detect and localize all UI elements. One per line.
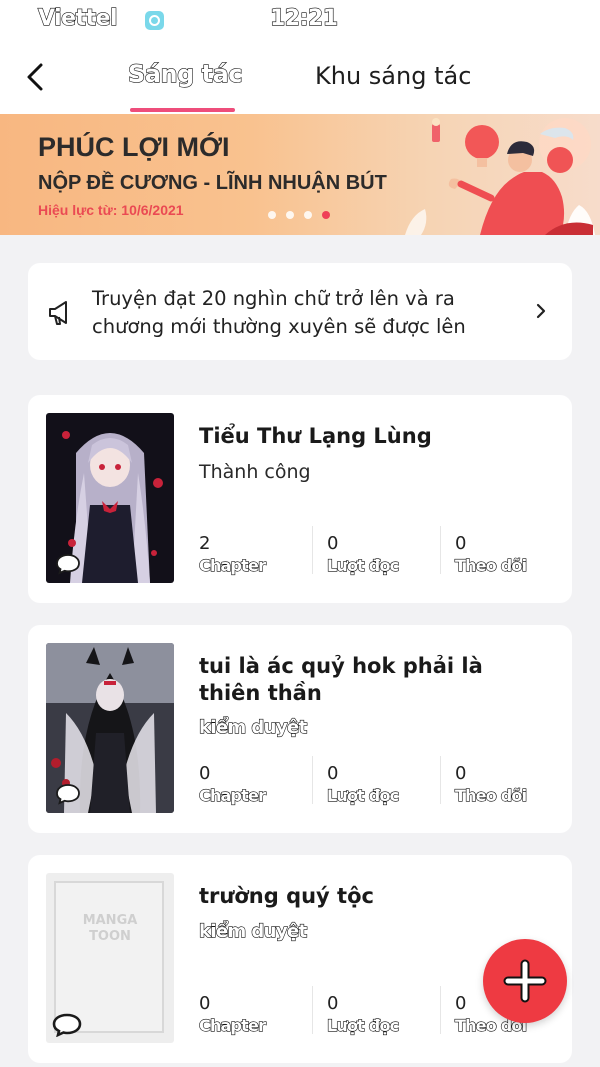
stat-value: 0 xyxy=(327,993,339,1014)
megaphone-icon xyxy=(49,301,67,325)
stat-label: Lượt đọc xyxy=(326,785,399,805)
placeholder-logo-line: MANGA xyxy=(82,913,138,928)
carousel-dot-active xyxy=(322,211,330,219)
status-bar: Viettel 12:21 xyxy=(0,0,600,44)
stat-chapters: 0 Chapter xyxy=(198,986,327,1036)
back-button[interactable] xyxy=(20,58,54,96)
chat-bubble-icon xyxy=(56,554,80,575)
carousel-dots xyxy=(268,211,330,219)
status-time: 12:21 xyxy=(269,5,338,31)
tab-sang-tac[interactable]: Sáng tác xyxy=(127,59,243,88)
work-stats: 2 Chapter 0 Lượt đọc 0 Theo dõi xyxy=(198,526,583,576)
stat-value: 0 xyxy=(199,993,211,1014)
stat-label: Theo dõi xyxy=(454,555,527,575)
stat-label: Chapter xyxy=(198,1015,266,1035)
stat-value: 0 xyxy=(199,763,211,784)
placeholder-logo: MANGA TOON xyxy=(46,913,174,945)
work-stats: 0 Chapter 0 Lượt đọc 0 Theo dõi xyxy=(198,756,583,806)
carrier-name: Viettel xyxy=(37,5,118,31)
stat-chapters: 2 Chapter xyxy=(198,526,327,576)
banner-date: Hiệu lực từ: 10/6/2021 xyxy=(38,202,184,218)
work-status: kiểm duyệt xyxy=(198,716,307,738)
stat-reads: 0 Lượt đọc xyxy=(312,526,455,576)
banner-illustration xyxy=(405,118,595,235)
stat-value: 0 xyxy=(327,763,339,784)
chevron-left-icon xyxy=(27,63,43,91)
placeholder-logo-line: TOON xyxy=(89,929,131,944)
stat-label: Lượt đọc xyxy=(326,555,399,575)
banner-subtitle: NỘP ĐỀ CƯƠNG - LĨNH NHUẬN BÚT xyxy=(38,172,387,194)
carousel-dot xyxy=(304,211,312,219)
chat-bubble-icon xyxy=(52,1013,82,1037)
work-card[interactable]: Tiểu Thư Lạng Lùng Thành công 2 Chapter … xyxy=(28,395,572,603)
stat-label: Theo dõi xyxy=(454,785,527,805)
notice-card[interactable]: Truyện đạt 20 nghìn chữ trở lên và ra ch… xyxy=(28,263,572,360)
stat-reads: 0 Lượt đọc xyxy=(312,986,455,1036)
stat-label: Chapter xyxy=(198,785,266,805)
chat-bubble-icon xyxy=(56,784,80,805)
work-title: tui là ác quỷ hok phải là thiên thần xyxy=(199,654,483,705)
stat-value: 0 xyxy=(327,533,339,554)
plus-icon xyxy=(503,959,547,1003)
active-tab-indicator xyxy=(130,108,235,112)
stat-value: 0 xyxy=(455,763,467,784)
promo-banner[interactable]: PHÚC LỢI MỚI NỘP ĐỀ CƯƠNG - LĨNH NHUẬN B… xyxy=(0,114,600,235)
work-title: Tiểu Thư Lạng Lùng xyxy=(199,424,432,448)
stat-follows: 0 Theo dõi xyxy=(440,756,583,806)
work-card[interactable]: tui là ác quỷ hok phải là thiên thần kiể… xyxy=(28,625,572,833)
stat-reads: 0 Lượt đọc xyxy=(312,756,455,806)
work-title: trường quý tộc xyxy=(199,884,374,908)
carousel-dot xyxy=(286,211,294,219)
tab-khu-sang-tac[interactable]: Khu sáng tác xyxy=(315,62,471,90)
work-status: kiểm duyệt xyxy=(198,920,307,942)
work-status: Thành công xyxy=(199,461,311,483)
app-notification-icon xyxy=(145,11,164,30)
stat-label: Lượt đọc xyxy=(326,1015,399,1035)
notice-text: Truyện đạt 20 nghìn chữ trở lên và ra ch… xyxy=(92,287,466,338)
work-cover-placeholder[interactable]: MANGA TOON xyxy=(46,873,174,1043)
work-cover[interactable] xyxy=(46,643,174,813)
stat-follows: 0 Theo dõi xyxy=(440,526,583,576)
banner-title: PHÚC LỢI MỚI xyxy=(38,132,230,162)
chevron-right-icon xyxy=(536,303,546,319)
stat-value: 0 xyxy=(455,533,467,554)
create-work-button[interactable] xyxy=(483,939,567,1023)
stat-label: Chapter xyxy=(198,555,266,575)
stat-value: 0 xyxy=(455,993,467,1014)
stat-value: 2 xyxy=(199,533,211,554)
placeholder-frame xyxy=(54,881,164,1033)
carousel-dot xyxy=(268,211,276,219)
top-nav-bar: Sáng tác Khu sáng tác xyxy=(0,44,600,114)
stat-chapters: 0 Chapter xyxy=(198,756,327,806)
work-cover[interactable] xyxy=(46,413,174,583)
